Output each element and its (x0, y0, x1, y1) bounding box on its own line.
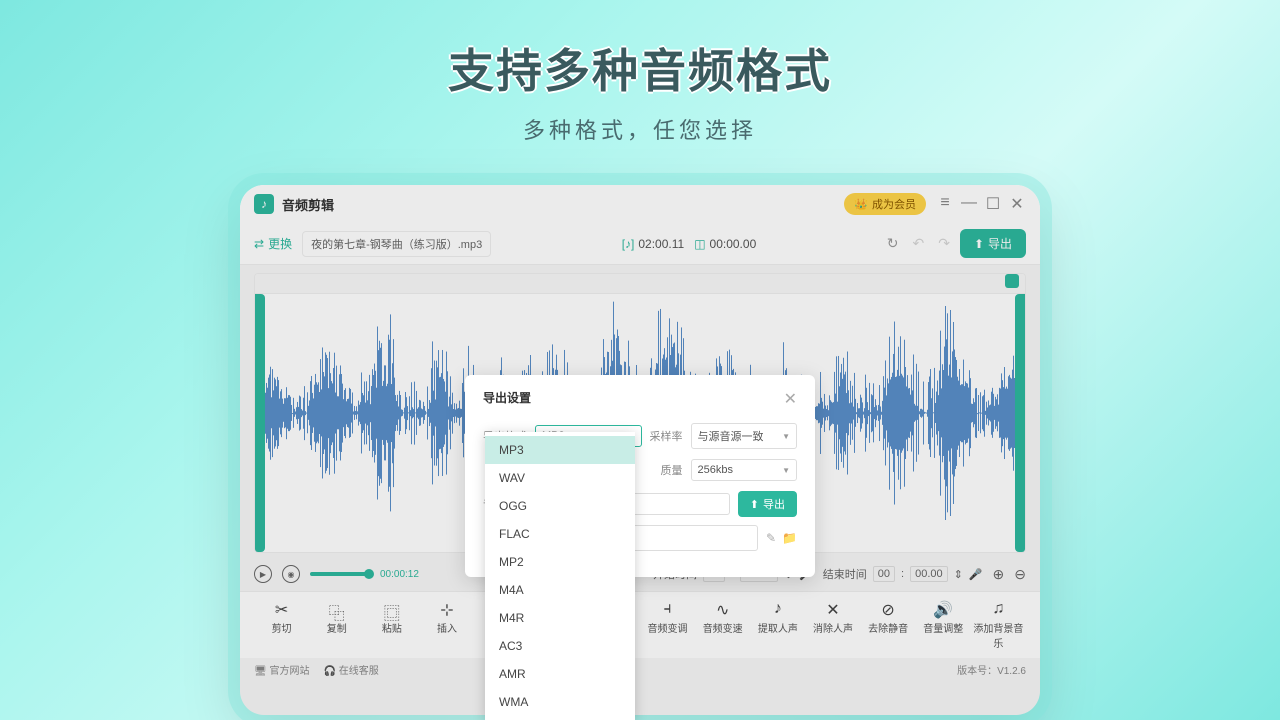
menu-icon[interactable]: ≡ (936, 194, 954, 214)
end-min[interactable]: 00 (873, 566, 895, 582)
crown-icon: 👑 (854, 198, 868, 211)
close-icon[interactable]: ✕ (1008, 194, 1026, 214)
tool-icon: ∿ (695, 600, 750, 618)
duration-icon: [♪] (622, 237, 635, 251)
selection-handle-left[interactable] (255, 294, 265, 552)
tool-音频变速[interactable]: ∿音频变速 (695, 600, 750, 650)
chevron-down-icon: ▼ (782, 466, 790, 475)
total-time: [♪] 02:00.11 (622, 237, 685, 251)
format-dropdown: MP3WAVOGGFLACMP2M4AM4RAC3AMRWMA (485, 432, 635, 720)
dropdown-item-OGG[interactable]: OGG (485, 492, 635, 520)
upload-icon: ⬆ (974, 237, 984, 251)
play-button[interactable]: ▶ (254, 565, 272, 583)
dropdown-item-M4A[interactable]: M4A (485, 576, 635, 604)
dropdown-item-WAV[interactable]: WAV (485, 464, 635, 492)
refresh-icon[interactable]: ↻ (887, 235, 899, 252)
tool-icon: ⿴ (364, 600, 419, 618)
titlebar: ♪ 音频剪辑 👑 成为会员 ≡ — ☐ ✕ (240, 185, 1040, 223)
tool-icon: ✂ (254, 600, 309, 618)
edit-icon[interactable]: ✎ (766, 531, 776, 545)
dropdown-item-MP3[interactable]: MP3 (485, 436, 635, 464)
hero-banner: 支持多种音频格式 多种格式，任您选择 (0, 0, 1280, 145)
tool-插入[interactable]: ⊹插入 (419, 600, 474, 650)
progress-slider[interactable] (310, 572, 370, 576)
hero-title: 支持多种音频格式 (0, 35, 1280, 101)
support-link[interactable]: 🎧 在线客服 (323, 662, 378, 677)
version-label: 版本号：V1.2.6 (957, 662, 1026, 677)
undo-icon[interactable]: ↶ (912, 235, 924, 252)
chevron-down-icon: ▼ (782, 432, 790, 441)
tool-icon: ✕ (805, 600, 860, 618)
tool-提取人声[interactable]: ♪提取人声 (750, 600, 805, 650)
tool-icon: ♫ (971, 600, 1026, 618)
clip-time: ◫ 00:00.00 (694, 237, 756, 251)
zoom-in-icon[interactable]: ⊕ (993, 566, 1005, 583)
vip-button[interactable]: 👑 成为会员 (844, 193, 926, 215)
dropdown-item-AC3[interactable]: AC3 (485, 632, 635, 660)
tool-icon: ⊹ (419, 600, 474, 618)
current-time: 00:00:12 (380, 569, 419, 580)
zoom-out-icon[interactable]: ⊖ (1014, 566, 1026, 583)
tool-icon: ♪ (750, 600, 805, 618)
replace-button[interactable]: ⇄ 更换 (254, 235, 292, 252)
tool-icon: ⫞ (640, 600, 695, 618)
minimize-icon[interactable]: — (960, 194, 978, 214)
dialog-title: 导出设置 (483, 389, 531, 409)
app-title: 音频剪辑 (282, 195, 334, 214)
tool-剪切[interactable]: ✂剪切 (254, 600, 309, 650)
hero-subtitle: 多种格式，任您选择 (0, 113, 1280, 145)
samplerate-label: 采样率 (650, 428, 683, 444)
footer: 🖥 官方网站 🎧 在线客服 版本号：V1.2.6 (240, 658, 1040, 681)
dialog-close-icon[interactable]: ✕ (784, 389, 797, 409)
replace-icon: ⇄ (254, 237, 264, 251)
tool-消除人声[interactable]: ✕消除人声 (805, 600, 860, 650)
selection-handle-right[interactable] (1015, 294, 1025, 552)
file-toolbar: ⇄ 更换 夜的第七章-钢琴曲（练习版）.mp3 [♪] 02:00.11 ◫ 0… (240, 223, 1040, 265)
end-sec[interactable]: 00.00 (910, 566, 948, 582)
redo-icon[interactable]: ↷ (938, 235, 950, 252)
export-button[interactable]: ⬆ 导出 (960, 229, 1026, 258)
upload-icon: ⬆ (750, 498, 759, 511)
end-time-label: 结束时间 (823, 566, 867, 582)
tools-panel: ✂剪切⿻复制⿴粘贴⊹插入↻替换◧保⫞音频变调∿音频变速♪提取人声✕消除人声⊘去除… (240, 591, 1040, 658)
quality-label: 质量 (650, 462, 683, 478)
maximize-icon[interactable]: ☐ (984, 194, 1002, 214)
tool-复制[interactable]: ⿻复制 (309, 600, 364, 650)
dialog-export-button[interactable]: ⬆ 导出 (738, 491, 797, 517)
tool-音频变调[interactable]: ⫞音频变调 (640, 600, 695, 650)
dropdown-item-M4R[interactable]: M4R (485, 604, 635, 632)
dropdown-item-FLAC[interactable]: FLAC (485, 520, 635, 548)
tool-icon: ⊘ (861, 600, 916, 618)
tool-粘贴[interactable]: ⿴粘贴 (364, 600, 419, 650)
quality-select[interactable]: 256kbs ▼ (691, 459, 798, 481)
mic-icon[interactable]: 🎤 (969, 568, 983, 581)
tool-音量调整[interactable]: 🔊音量调整 (916, 600, 971, 650)
dropdown-item-AMR[interactable]: AMR (485, 660, 635, 688)
samplerate-select[interactable]: 与源音源一致 ▼ (691, 423, 798, 449)
tool-icon: 🔊 (916, 600, 971, 618)
website-link[interactable]: 🖥 官方网站 (254, 662, 309, 677)
tool-添加背景音乐[interactable]: ♫添加背景音乐 (971, 600, 1026, 650)
clip-icon: ◫ (694, 237, 705, 251)
stepper-icon[interactable]: ⇕ (954, 568, 963, 581)
tool-去除静音[interactable]: ⊘去除静音 (861, 600, 916, 650)
filename-display: 夜的第七章-钢琴曲（练习版）.mp3 (302, 231, 491, 257)
dropdown-item-MP2[interactable]: MP2 (485, 548, 635, 576)
tool-icon: ⿻ (309, 600, 364, 618)
play-record-button[interactable]: ◉ (282, 565, 300, 583)
folder-icon[interactable]: 📁 (782, 531, 797, 545)
dropdown-item-WMA[interactable]: WMA (485, 688, 635, 716)
app-logo-icon: ♪ (254, 194, 274, 214)
